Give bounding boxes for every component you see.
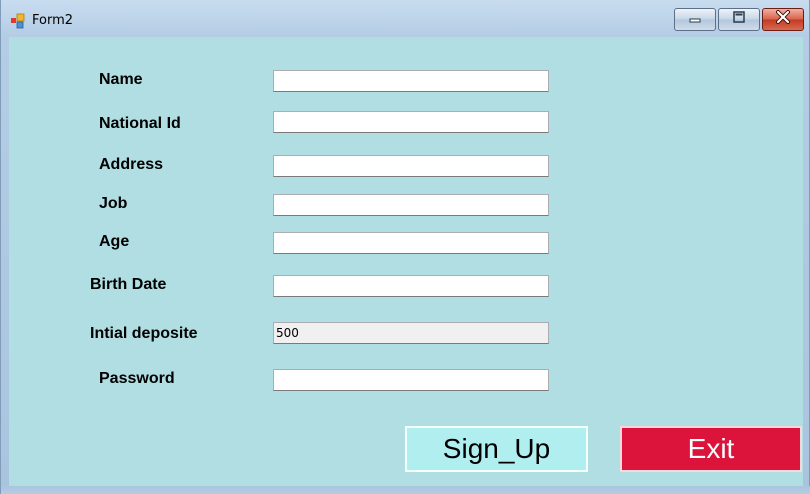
close-icon (775, 10, 791, 29)
age-label: Age (99, 233, 130, 250)
initial-deposit-input[interactable]: 500 (273, 322, 549, 344)
window-title: Form2 (32, 13, 74, 28)
window-bottom-border (1, 486, 810, 494)
address-label: Address (99, 156, 164, 173)
age-input[interactable] (273, 232, 549, 254)
password-input[interactable] (273, 369, 549, 391)
name-label: Name (99, 71, 143, 88)
job-input[interactable] (273, 194, 549, 216)
maximize-button[interactable] (718, 8, 760, 31)
national-id-label: National Id (99, 115, 181, 132)
minimize-icon (687, 11, 703, 29)
maximize-icon (731, 10, 747, 29)
birth-date-label: Birth Date (90, 276, 167, 293)
sign-up-button[interactable]: Sign_Up (405, 426, 588, 472)
password-label: Password (99, 370, 175, 387)
minimize-button[interactable] (674, 8, 716, 31)
exit-button[interactable]: Exit (620, 426, 802, 472)
close-button[interactable] (762, 8, 804, 31)
title-bar[interactable]: Form2 (1, 0, 810, 37)
app-icon (10, 13, 26, 29)
birth-date-input[interactable] (273, 275, 549, 297)
app-window: Form2 Name National Id Address Job Age B… (0, 0, 810, 494)
form-body: Name National Id Address Job Age Birth D… (9, 37, 803, 486)
address-input[interactable] (273, 155, 549, 177)
national-id-input[interactable] (273, 111, 549, 133)
initial-deposit-label: Intial deposite (90, 325, 198, 342)
job-label: Job (99, 195, 128, 212)
name-input[interactable] (273, 70, 549, 92)
